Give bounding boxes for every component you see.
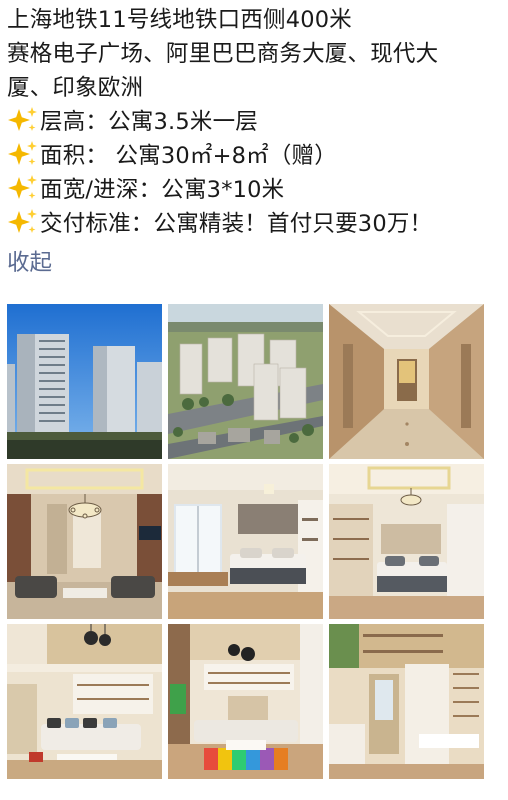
photo-loft-living[interactable]	[7, 624, 162, 779]
moments-post: 上海地铁11号线地铁口西侧400米 赛格电子广场、阿里巴巴商务大厦、现代大 厦、…	[0, 0, 508, 800]
photo-bedroom-window[interactable]	[168, 464, 323, 619]
post-line-nearby: 赛格电子广场、阿里巴巴商务大厦、现代大	[7, 37, 508, 71]
photo-bedroom-loft[interactable]	[329, 464, 484, 619]
photo-tower-exterior[interactable]	[7, 304, 162, 459]
sparkles-icon	[8, 107, 37, 131]
photo-loft-kitchen[interactable]	[329, 624, 484, 779]
sparkles-icon	[8, 175, 37, 199]
photo-aerial-complex[interactable]	[168, 304, 323, 459]
post-line-text: 交付标准：公寓精装！首付只要30万！	[40, 211, 433, 237]
post-line-delivery: 交付标准：公寓精装！首付只要30万！	[7, 207, 508, 241]
post-line-location: 上海地铁11号线地铁口西侧400米	[7, 3, 508, 37]
photo-loft-rug[interactable]	[168, 624, 323, 779]
sparkles-icon	[8, 209, 37, 233]
post-line-text: 面积： 公寓30㎡+8㎡（赠）	[40, 143, 337, 169]
post-line-height: 层高：公寓3.5米一层	[7, 105, 508, 139]
sparkles-icon	[8, 141, 37, 165]
post-line-text: 赛格电子广场、阿里巴巴商务大厦、现代大	[7, 41, 439, 67]
photo-living-chandelier[interactable]	[7, 464, 162, 619]
post-line-nearby-cont: 厦、印象欧洲	[7, 71, 508, 105]
photo-corridor[interactable]	[329, 304, 484, 459]
post-line-text: 面宽/进深：公寓3*10米	[40, 177, 285, 203]
post-line-text: 上海地铁11号线地铁口西侧400米	[7, 7, 352, 33]
post-text: 上海地铁11号线地铁口西侧400米 赛格电子广场、阿里巴巴商务大厦、现代大 厦、…	[7, 3, 508, 241]
photo-grid	[7, 304, 485, 779]
post-line-text: 层高：公寓3.5米一层	[40, 109, 258, 135]
collapse-link[interactable]: 收起	[7, 246, 52, 280]
post-line-dimensions: 面宽/进深：公寓3*10米	[7, 173, 508, 207]
post-line-text: 厦、印象欧洲	[7, 75, 144, 101]
post-line-area: 面积： 公寓30㎡+8㎡（赠）	[7, 139, 508, 173]
